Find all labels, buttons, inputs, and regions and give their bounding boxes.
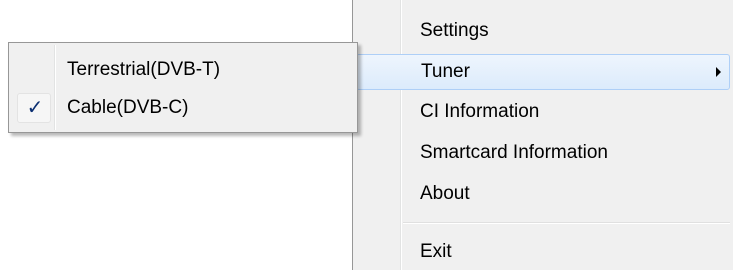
submenu-item-terrestrial-dvb-t[interactable]: Terrestrial(DVB-T) [11,52,355,88]
menu-item-label: CI Information [420,101,540,122]
menu-item-ci-information[interactable]: CI Information [356,94,730,130]
menu-item-about[interactable]: About [356,176,730,212]
menu-item-label: Smartcard Information [420,142,608,163]
submenu-item-label: Cable(DVB-C) [67,97,189,118]
context-menu: Settings Tuner CI Information Smartcard … [352,0,733,270]
menu-item-label: Exit [420,241,452,262]
tuner-submenu: Terrestrial(DVB-T) ✓ Cable(DVB-C) [8,42,358,133]
menu-separator [403,222,730,224]
menu-item-settings[interactable]: Settings [356,13,730,49]
menu-item-label: Tuner [421,61,470,82]
submenu-item-cable-dvb-c[interactable]: ✓ Cable(DVB-C) [11,90,355,126]
submenu-arrow-icon [716,67,721,77]
checkmark-icon: ✓ [26,95,44,119]
menu-item-exit[interactable]: Exit [356,234,730,270]
submenu-item-label: Terrestrial(DVB-T) [67,59,221,80]
menu-item-label: Settings [420,20,489,41]
menu-item-tuner[interactable]: Tuner [356,54,730,90]
menu-item-smartcard-information[interactable]: Smartcard Information [356,135,730,171]
menu-item-label: About [420,183,470,204]
screen: Settings Tuner CI Information Smartcard … [0,0,733,270]
